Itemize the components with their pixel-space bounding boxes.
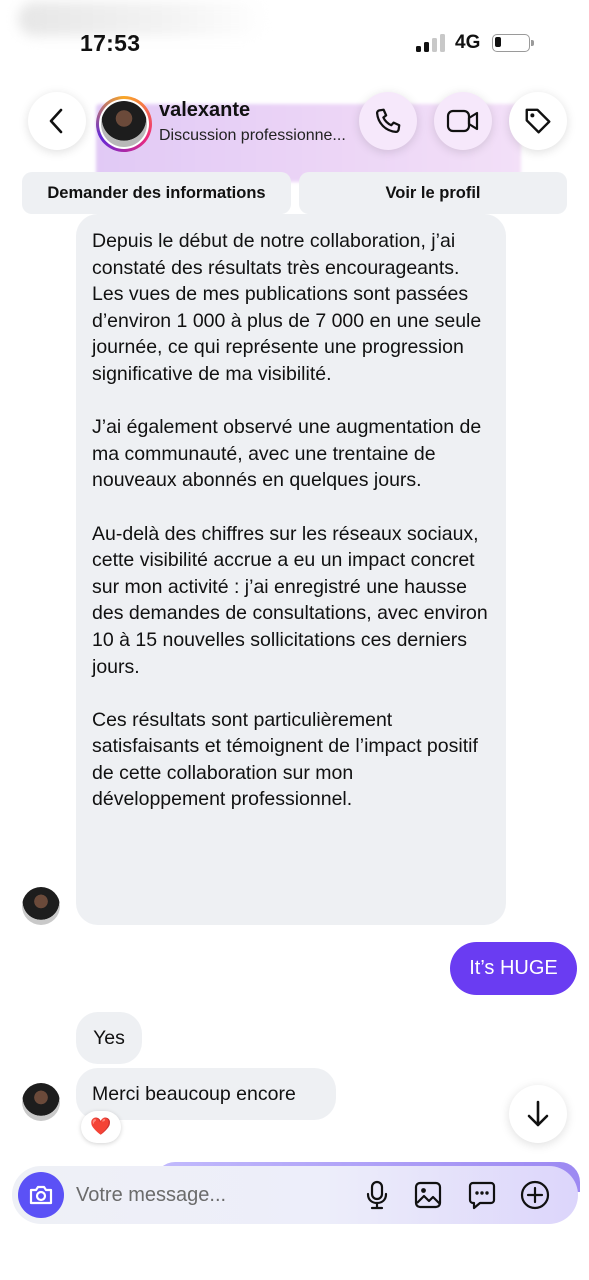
plus-circle-icon	[520, 1180, 550, 1210]
add-button[interactable]	[518, 1178, 552, 1212]
video-camera-icon	[446, 109, 479, 133]
message-paragraph: J’ai également observé une augmentation …	[92, 416, 482, 492]
signal-bar	[424, 42, 429, 52]
contact-username[interactable]: valexante	[159, 99, 250, 122]
scroll-down-button[interactable]	[509, 1085, 567, 1143]
chevron-left-icon	[49, 108, 63, 134]
avatar-photo	[101, 101, 147, 147]
sticker-icon	[468, 1181, 496, 1210]
signal-icon	[416, 34, 448, 52]
status-time: 17:53	[80, 30, 141, 56]
camera-icon	[29, 1185, 53, 1205]
signal-bar	[440, 34, 445, 52]
message-paragraph: Depuis le début de notre collaboration, …	[92, 230, 482, 385]
incoming-message-thanks[interactable]: Merci beaucoup encore	[76, 1068, 336, 1120]
signal-bar	[432, 38, 437, 52]
battery-icon	[492, 34, 534, 52]
incoming-message-long[interactable]: Depuis le début de notre collaboration, …	[76, 214, 506, 925]
message-paragraph: Ces résultats sont particulièrement sati…	[92, 708, 478, 811]
gallery-button[interactable]	[411, 1178, 445, 1212]
contact-subtitle: Discussion professionne...	[159, 127, 346, 144]
message-input[interactable]	[76, 1180, 356, 1210]
profile-avatar[interactable]	[96, 96, 152, 152]
sticker-button[interactable]	[465, 1178, 499, 1212]
image-icon	[414, 1181, 442, 1209]
phone-icon	[375, 108, 401, 134]
signal-bar	[416, 46, 421, 52]
view-profile-tab[interactable]: Voir le profil	[299, 172, 567, 214]
back-button[interactable]	[28, 92, 86, 150]
status-bar: 17:53 4G	[0, 0, 589, 80]
arrow-down-icon	[527, 1100, 549, 1127]
network-type: 4G	[455, 32, 481, 53]
battery-level	[495, 37, 501, 47]
microphone-icon	[366, 1180, 388, 1210]
sender-avatar[interactable]	[22, 1083, 60, 1121]
call-button[interactable]	[359, 92, 417, 150]
blurred-notification	[18, 2, 268, 36]
sender-avatar[interactable]	[22, 887, 60, 925]
request-info-tab[interactable]: Demander des informations	[22, 172, 291, 214]
message-composer	[12, 1166, 578, 1224]
video-call-button[interactable]	[434, 92, 492, 150]
message-paragraph: Au-delà des chiffres sur les réseaux soc…	[92, 522, 488, 678]
incoming-message-yes[interactable]: Yes	[76, 1012, 142, 1064]
outgoing-message[interactable]: It’s HUGE	[450, 942, 577, 995]
tag-button[interactable]	[509, 92, 567, 150]
microphone-button[interactable]	[360, 1178, 394, 1212]
tag-icon	[525, 108, 551, 134]
camera-button[interactable]	[18, 1172, 64, 1218]
heart-reaction[interactable]: ❤️	[81, 1111, 121, 1143]
